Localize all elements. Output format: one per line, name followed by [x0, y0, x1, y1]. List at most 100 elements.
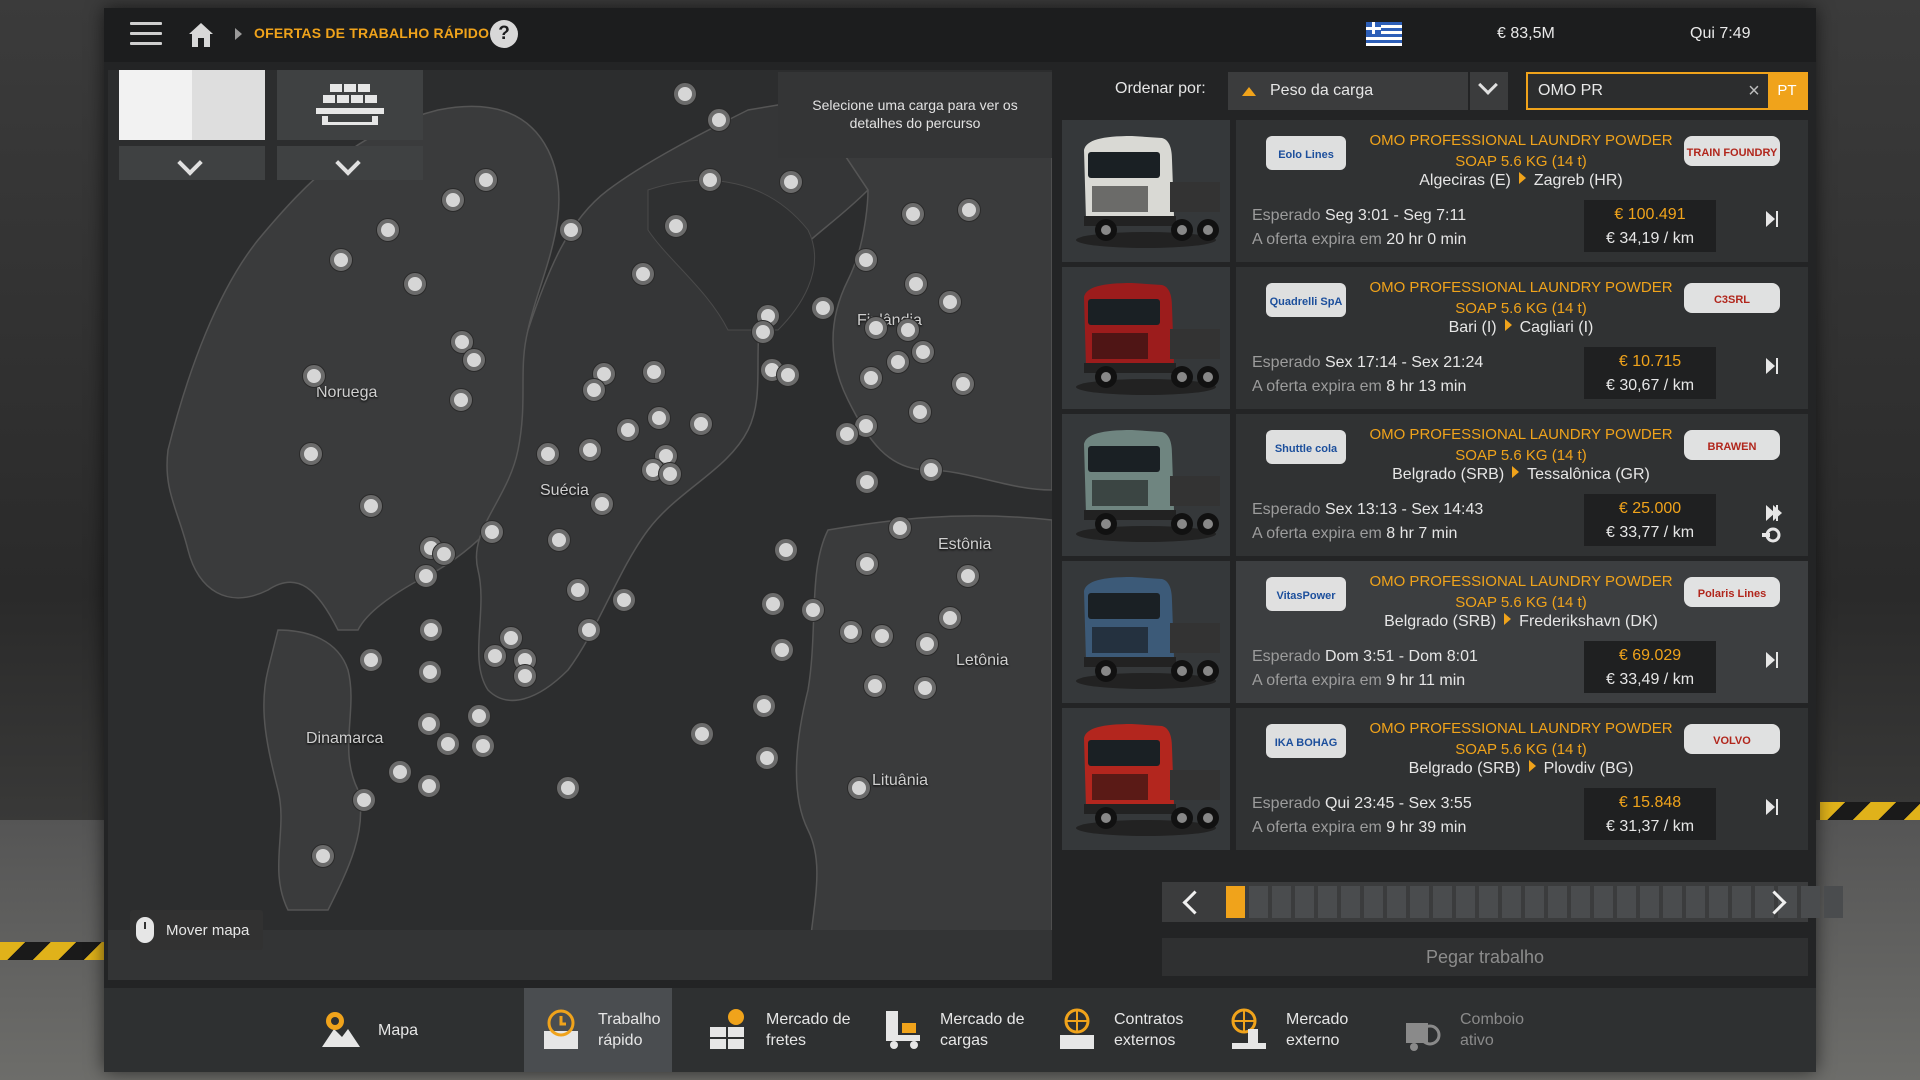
page-indicator[interactable]: [1663, 886, 1682, 918]
forward-icon[interactable]: [1762, 796, 1784, 818]
search-input[interactable]: [1528, 74, 1743, 108]
page-indicator[interactable]: [1456, 886, 1475, 918]
city-marker[interactable]: [481, 521, 503, 543]
city-marker[interactable]: [353, 789, 375, 811]
nav-item-6[interactable]: Comboio ativo: [1386, 988, 1546, 1072]
city-marker[interactable]: [437, 733, 459, 755]
city-marker[interactable]: [674, 83, 696, 105]
city-marker[interactable]: [420, 619, 442, 641]
next-page-button[interactable]: [1748, 882, 1808, 922]
city-marker[interactable]: [463, 349, 485, 371]
city-marker[interactable]: [914, 677, 936, 699]
city-marker[interactable]: [442, 189, 464, 211]
nav-item-3[interactable]: Mercado de cargas: [866, 988, 1026, 1072]
city-marker[interactable]: [648, 407, 670, 429]
city-marker[interactable]: [557, 777, 579, 799]
map-view-dropdown[interactable]: [277, 146, 423, 180]
job-card[interactable]: Eolo Lines OMO PROFESSIONAL LAUNDRY POWD…: [1062, 120, 1808, 262]
nav-item-1[interactable]: Trabalho rápido: [524, 988, 672, 1072]
city-marker[interactable]: [360, 495, 382, 517]
page-indicator[interactable]: [1502, 886, 1521, 918]
city-marker[interactable]: [836, 423, 858, 445]
city-marker[interactable]: [848, 777, 870, 799]
page-indicator[interactable]: [1341, 886, 1360, 918]
city-marker[interactable]: [855, 249, 877, 271]
city-marker[interactable]: [419, 661, 441, 683]
city-marker[interactable]: [865, 317, 887, 339]
job-card[interactable]: IKA BOHAG OMO PROFESSIONAL LAUNDRY POWDE…: [1062, 708, 1808, 850]
city-marker[interactable]: [958, 199, 980, 221]
nav-item-4[interactable]: Contratos externos: [1040, 988, 1200, 1072]
city-marker[interactable]: [500, 627, 522, 649]
page-indicator[interactable]: [1387, 886, 1406, 918]
language-toggle[interactable]: PT: [1768, 74, 1806, 108]
home-icon[interactable]: [186, 20, 216, 50]
map-layer-dropdown[interactable]: [119, 146, 265, 180]
city-marker[interactable]: [856, 553, 878, 575]
page-indicator[interactable]: [1709, 886, 1728, 918]
page-indicator[interactable]: [1272, 886, 1291, 918]
map-view[interactable]: Selecione uma carga para ver os detalhes…: [108, 70, 1052, 980]
city-marker[interactable]: [897, 319, 919, 341]
page-indicator[interactable]: [1318, 886, 1337, 918]
city-marker[interactable]: [583, 379, 605, 401]
city-marker[interactable]: [756, 747, 778, 769]
city-marker[interactable]: [578, 619, 600, 641]
city-marker[interactable]: [802, 599, 824, 621]
page-indicator[interactable]: [1617, 886, 1636, 918]
prev-page-button[interactable]: [1162, 882, 1222, 922]
city-marker[interactable]: [591, 493, 613, 515]
page-indicator[interactable]: [1410, 886, 1429, 918]
city-marker[interactable]: [920, 459, 942, 481]
page-indicator[interactable]: [1640, 886, 1659, 918]
city-marker[interactable]: [472, 735, 494, 757]
page-indicator[interactable]: [1226, 886, 1245, 918]
map-layer-light-tile[interactable]: [119, 70, 265, 140]
city-marker[interactable]: [484, 645, 506, 667]
page-indicator[interactable]: [1525, 886, 1544, 918]
job-card[interactable]: VitasPower OMO PROFESSIONAL LAUNDRY POWD…: [1062, 561, 1808, 703]
city-marker[interactable]: [468, 705, 490, 727]
city-marker[interactable]: [912, 341, 934, 363]
forward-icon[interactable]: [1762, 355, 1784, 377]
nav-item-5[interactable]: Mercado externo: [1212, 988, 1372, 1072]
city-marker[interactable]: [753, 695, 775, 717]
city-marker[interactable]: [579, 439, 601, 461]
city-marker[interactable]: [775, 539, 797, 561]
city-marker[interactable]: [613, 589, 635, 611]
city-marker[interactable]: [939, 607, 961, 629]
city-marker[interactable]: [300, 443, 322, 465]
job-card[interactable]: Quadrelli SpA OMO PROFESSIONAL LAUNDRY P…: [1062, 267, 1808, 409]
nav-item-0[interactable]: Mapa: [304, 988, 474, 1072]
page-indicator[interactable]: [1824, 886, 1843, 918]
city-marker[interactable]: [752, 321, 774, 343]
double-forward-icon[interactable]: [1762, 502, 1784, 524]
city-marker[interactable]: [330, 249, 352, 271]
sort-select[interactable]: Peso da carga: [1228, 72, 1468, 110]
city-marker[interactable]: [389, 761, 411, 783]
city-marker[interactable]: [450, 389, 472, 411]
city-marker[interactable]: [514, 665, 536, 687]
city-marker[interactable]: [864, 675, 886, 697]
page-indicator[interactable]: [1594, 886, 1613, 918]
city-marker[interactable]: [632, 263, 654, 285]
greece-flag-icon[interactable]: [1366, 22, 1402, 46]
page-indicator[interactable]: [1686, 886, 1705, 918]
city-marker[interactable]: [433, 543, 455, 565]
city-marker[interactable]: [952, 373, 974, 395]
city-marker[interactable]: [418, 713, 440, 735]
city-marker[interactable]: [303, 365, 325, 387]
city-marker[interactable]: [887, 351, 909, 373]
page-indicator[interactable]: [1364, 886, 1383, 918]
job-card[interactable]: Shuttle cola OMO PROFESSIONAL LAUNDRY PO…: [1062, 414, 1808, 556]
city-marker[interactable]: [360, 649, 382, 671]
city-marker[interactable]: [909, 401, 931, 423]
city-marker[interactable]: [643, 361, 665, 383]
page-indicator[interactable]: [1433, 886, 1452, 918]
city-marker[interactable]: [659, 463, 681, 485]
city-marker[interactable]: [762, 593, 784, 615]
city-marker[interactable]: [812, 297, 834, 319]
page-indicator[interactable]: [1249, 886, 1268, 918]
city-marker[interactable]: [617, 419, 639, 441]
help-icon[interactable]: ?: [490, 20, 518, 48]
